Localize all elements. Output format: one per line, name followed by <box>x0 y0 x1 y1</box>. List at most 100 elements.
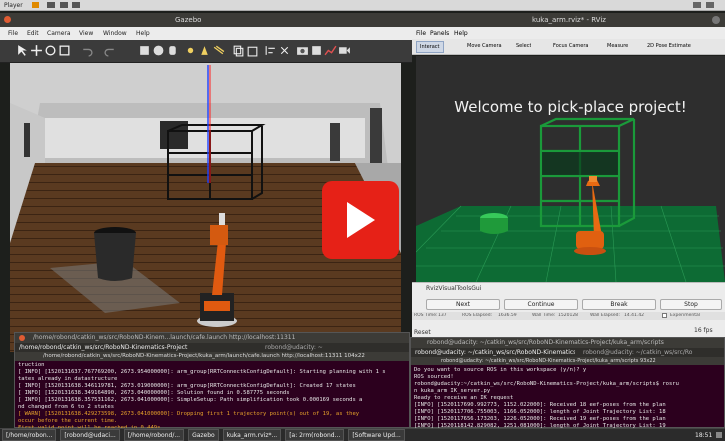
tab-project[interactable]: /home/robond/catkin_ws/src/RoboND-Kinema… <box>19 344 219 351</box>
menu-window[interactable]: Window <box>103 30 127 37</box>
terminal-line: [ WARN] [1520131638.429273598, 2673.0410… <box>18 411 360 417</box>
vm-icon[interactable] <box>72 2 80 8</box>
taskbar-item[interactable]: [Software Upd... <box>348 429 405 441</box>
ros-elapsed-label: ROS Elapsed: <box>462 313 493 318</box>
player-menu[interactable]: Player <box>4 2 23 9</box>
taskbar-item[interactable]: kuka_arm.rviz*... <box>222 429 282 441</box>
tab-home[interactable]: robond@udacity: ~ <box>265 344 385 351</box>
terminal-line: truction <box>18 362 45 368</box>
break-button[interactable]: Break <box>582 299 656 310</box>
cylinder-shape-icon[interactable] <box>166 44 179 57</box>
select-arrow-icon[interactable] <box>16 44 29 57</box>
taskbar-item[interactable]: Gazebo <box>188 429 219 441</box>
terminal-left[interactable]: /home/robond/catkin_ws/src/RoboND-Kinem.… <box>14 332 410 431</box>
power-icon[interactable] <box>716 432 722 438</box>
host-bar: Player <box>0 0 725 11</box>
experimental-label: Experimental <box>670 313 701 318</box>
translate-icon[interactable] <box>30 44 43 57</box>
menu-view[interactable]: View <box>79 30 93 37</box>
play-overlay-button[interactable] <box>322 181 399 259</box>
align-icon[interactable] <box>264 44 277 57</box>
record-icon[interactable] <box>310 44 323 57</box>
vm-icon[interactable] <box>47 2 55 8</box>
video-icon[interactable] <box>338 44 351 57</box>
tray-icon[interactable] <box>693 2 701 8</box>
tab-kinematics[interactable]: robond@udacity: ~/catkin_ws/src/RoboND-K… <box>415 349 575 356</box>
terminal-line: [INFO] [1520117690.992773, 1152.022000]:… <box>414 402 666 408</box>
terminal-subtitle-bar: robond@udacity: ~/catkin_ws/src/RoboND-K… <box>411 357 724 365</box>
close-icon[interactable] <box>4 16 11 23</box>
pause-icon[interactable] <box>32 2 39 8</box>
copy-icon[interactable] <box>232 44 245 57</box>
plot-icon[interactable] <box>324 44 337 57</box>
directional-light-icon[interactable] <box>212 44 225 57</box>
spot-light-icon[interactable] <box>198 44 211 57</box>
gazebo-titlebar[interactable]: Gazebo <box>0 13 412 27</box>
rviz-titlebar[interactable]: kuka_arm.rviz* - RViz <box>412 13 725 27</box>
tool-focus-camera[interactable]: Focus Camera <box>553 43 589 49</box>
continue-button[interactable]: Continue <box>504 299 578 310</box>
tab-scripts[interactable]: robond@udacity: ~/catkin_ws/src/Ro <box>583 349 721 356</box>
terminal-line: [ INFO] [1520131638.349164890, 2673.0400… <box>18 390 290 396</box>
redo-icon[interactable] <box>104 44 117 57</box>
sphere-shape-icon[interactable] <box>152 44 165 57</box>
terminal-right[interactable]: robond@udacity: ~/catkin_ws/src/RoboND-K… <box>410 337 725 429</box>
terminal-line: n kuka_arm IK_server.py <box>414 388 491 394</box>
taskbar-item[interactable]: [/home/robond/... <box>123 429 185 441</box>
gazebo-3d-view[interactable] <box>10 63 401 352</box>
terminal-title-front: /home/robond/catkin_ws/src/RoboND-Kinema… <box>43 353 365 359</box>
tool-move-camera[interactable]: Move Camera <box>467 43 502 49</box>
rotate-icon[interactable] <box>44 44 57 57</box>
tool-interact[interactable]: Interact <box>416 41 444 53</box>
menu-camera[interactable]: Camera <box>47 30 71 37</box>
terminal-title-back: /home/robond/catkin_ws/src/RoboND-Kinem.… <box>33 334 296 341</box>
menu-help[interactable]: Help <box>454 30 468 37</box>
terminal-titlebar[interactable]: /home/robond/catkin_ws/src/RoboND-Kinem.… <box>15 333 409 343</box>
terminal-tabs: /home/robond/catkin_ws/src/RoboND-Kinema… <box>15 343 409 352</box>
close-icon[interactable] <box>712 16 720 24</box>
terminal-line: nd changed from 6 to 2 states <box>18 404 115 410</box>
menu-help[interactable]: Help <box>136 30 150 37</box>
rviz-3d-view[interactable]: Welcome to pick-place project! <box>416 56 725 282</box>
snap-icon[interactable] <box>278 44 291 57</box>
reset-button[interactable]: Reset <box>414 329 431 336</box>
stop-button[interactable]: Stop <box>660 299 722 310</box>
menu-file[interactable]: File <box>8 30 18 37</box>
tray-icon[interactable] <box>706 2 714 8</box>
terminal-line: [INFO] [1520117656.173203, 1226.052000]:… <box>414 416 666 422</box>
rviz-visual-tools-panel: RvizVisualToolsGui Next Continue Break S… <box>412 282 725 337</box>
menu-file[interactable]: File <box>416 30 426 37</box>
terminal-subtitle: robond@udacity: ~/catkin_ws/src/RoboND-K… <box>441 358 656 364</box>
ros-time-label: ROS Time: <box>414 313 438 318</box>
next-button[interactable]: Next <box>426 299 500 310</box>
ros-time-value: 137 <box>438 313 447 318</box>
point-light-icon[interactable] <box>184 44 197 57</box>
undo-icon[interactable] <box>80 44 93 57</box>
welcome-text: Welcome to pick-place project! <box>454 98 687 116</box>
ros-elapsed-value: 1636.59 <box>498 313 517 318</box>
window-title: Gazebo <box>175 16 202 24</box>
terminal-line: [ INFO] [1520131637.767769200, 2673.9540… <box>18 369 386 375</box>
scale-icon[interactable] <box>58 44 71 57</box>
gazebo-toolbar <box>0 40 412 63</box>
experimental-checkbox[interactable] <box>662 313 667 318</box>
taskbar-item[interactable]: [robond@udaci... <box>60 429 120 441</box>
clock: 18:51 <box>695 432 713 439</box>
vm-icon[interactable] <box>60 2 68 8</box>
close-icon[interactable] <box>19 335 25 341</box>
screenshot-icon[interactable] <box>296 44 309 57</box>
tool-measure[interactable]: Measure <box>607 43 628 49</box>
tool-2d-pose-estimate[interactable]: 2D Pose Estimate <box>647 43 691 49</box>
terminal-line: ROS sourced! <box>414 374 454 380</box>
taskbar-item[interactable]: [/home/robon... <box>2 429 57 441</box>
taskbar-item[interactable]: [a: 2rm(robond... <box>285 429 345 441</box>
menu-panels[interactable]: Panels <box>430 30 449 37</box>
menu-edit[interactable]: Edit <box>27 30 39 37</box>
terminal-line: occur before the current time. <box>18 418 118 424</box>
tool-select[interactable]: Select <box>516 43 531 49</box>
box-shape-icon[interactable] <box>138 44 151 57</box>
wall-time-label: Wall Time: <box>532 313 556 318</box>
paste-icon[interactable] <box>246 44 259 57</box>
terminal-titlebar[interactable]: robond@udacity: ~/catkin_ws/src/RoboND-K… <box>411 338 724 348</box>
panel-title: RvizVisualToolsGui <box>426 285 482 292</box>
